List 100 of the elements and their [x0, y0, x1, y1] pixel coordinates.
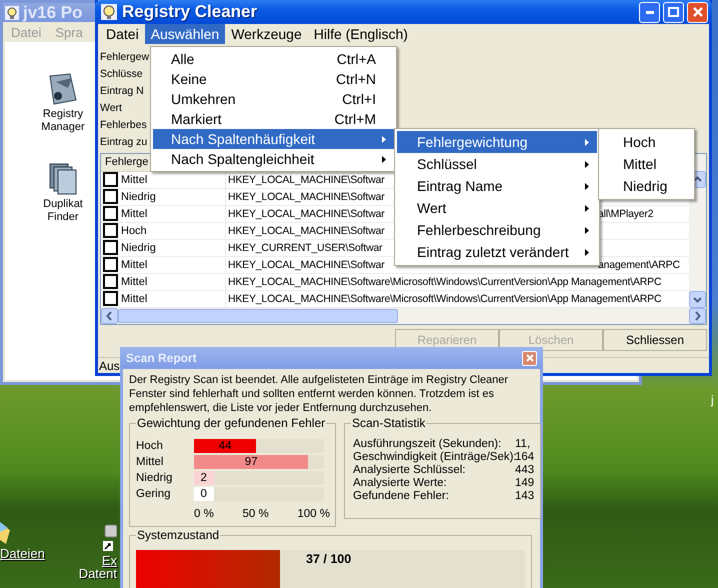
scroll-thumb[interactable] [118, 308, 398, 323]
stat-value: 164 [515, 451, 534, 464]
menu-item[interactable]: Werkzeuge [225, 24, 308, 44]
menu-item[interactable]: Niedrig [601, 175, 692, 197]
close-button[interactable] [522, 350, 537, 366]
menu-item[interactable]: Datei [100, 24, 145, 44]
checkbox[interactable] [103, 291, 118, 306]
menu-item[interactable]: Hilfe (Englisch) [308, 24, 414, 44]
scale-label: 100 % [297, 508, 330, 520]
submenu-arrow-icon [585, 226, 589, 234]
icon-label[interactable]: Duplikat Finder [33, 198, 93, 224]
checkbox[interactable] [103, 257, 118, 272]
menu-item[interactable]: Eintrag Name [397, 175, 597, 197]
submenu-arrow-icon [585, 160, 589, 168]
checkbox[interactable] [103, 189, 118, 204]
menu-item[interactable]: Hoch [601, 131, 692, 153]
table-cell: all\MPlayer2 [598, 208, 654, 220]
menu-item[interactable]: Nach Spaltenhäufigkeit [153, 129, 394, 149]
menu-item[interactable]: Wert [397, 197, 597, 219]
icon-label[interactable]: Datent [78, 568, 117, 580]
bulb-icon [101, 4, 117, 20]
submenu-arrow-icon [585, 182, 589, 190]
menu-item[interactable]: Schlüssel [397, 153, 597, 175]
window-title: Registry Cleaner [122, 2, 258, 22]
maximize-button[interactable] [663, 2, 684, 23]
table-cell: HKEY_LOCAL_MACHINE\Software\Microsoft\Windows\CurrentVersion\App Management\ARPC [228, 292, 662, 305]
menu-item[interactable]: Fehlergewichtung [397, 131, 597, 153]
table-cell: Niedrig [121, 242, 156, 254]
window-title: jv16 Po [23, 2, 83, 22]
severity-bar: 97 [194, 454, 308, 468]
table-cell: Niedrig [121, 190, 156, 203]
filter-label: Wert [100, 101, 122, 116]
severity-label: Mittel [136, 456, 164, 468]
table-cell: HKEY_LOCAL_MACHINE\Softwar [228, 174, 384, 186]
table-cell: Mittel [121, 208, 148, 220]
horizontal-scrollbar[interactable] [101, 308, 706, 324]
checkbox[interactable] [103, 172, 118, 188]
table-cell: HKEY_LOCAL_MACHINE\Softwar [228, 224, 384, 237]
scale-label: 50 % [242, 508, 269, 520]
table-cell: anagement\ARPC [598, 258, 680, 271]
table-cell: HKEY_LOCAL_MACHINE\Softwar [228, 258, 384, 271]
stat-label: Ausführungszeit (Sekunden): [353, 438, 502, 451]
menu-item[interactable]: Mittel [601, 153, 692, 175]
close-button[interactable] [687, 2, 708, 23]
table-cell: Hoch [121, 224, 147, 237]
table-cell: HKEY_LOCAL_MACHINE\Softwar [228, 208, 384, 220]
submenu-arrow-icon [585, 138, 589, 146]
table-cell: HKEY_LOCAL_MACHINE\Softwar [228, 190, 384, 203]
health-score: 37 / 100 [306, 552, 352, 566]
bulb-icon [5, 6, 19, 20]
folder-icon[interactable] [0, 520, 12, 546]
menu-item[interactable]: Fehlerbeschreibung [397, 219, 597, 241]
scale-label: 0 % [194, 508, 214, 520]
severity-label: Niedrig [136, 472, 174, 484]
table-cell: HKEY_CURRENT_USER\Softwar [228, 242, 382, 254]
menu-item[interactable]: Eintrag zuletzt verändert [397, 241, 597, 263]
checkbox[interactable] [103, 206, 118, 222]
scroll-down-icon[interactable] [689, 290, 706, 308]
stat-value: 149 [515, 477, 534, 490]
menu-item[interactable]: Keine Ctrl+N [153, 69, 394, 89]
menu-item[interactable]: Alle Ctrl+A [153, 49, 394, 69]
filter-label: Fehlerbes [100, 118, 147, 132]
scroll-right-icon[interactable] [689, 308, 706, 324]
group-title: Gewichtung der gefundenen Fehler [136, 416, 326, 430]
dialog-button[interactable]: Schliessen [603, 328, 707, 351]
documents-icon[interactable] [48, 162, 78, 196]
table-cell: HKEY_LOCAL_MACHINE\Software\Microsoft\Windows\CurrentVersion\App Management\ARPC [228, 276, 662, 288]
scroll-left-icon[interactable] [101, 308, 118, 324]
group-title: Systemzustand [136, 528, 220, 542]
close-icon [526, 354, 534, 362]
maximize-icon [668, 7, 679, 18]
filter-label: Schlüsse [100, 67, 143, 82]
checkbox[interactable] [103, 223, 118, 238]
filter-label: Fehlergew [100, 50, 150, 64]
table-cell: Mittel [121, 276, 148, 288]
icon-label[interactable]: Registry Manager [33, 108, 93, 134]
severity-bar: 2 [194, 470, 214, 484]
stat-label: Analysierte Werte: [353, 477, 448, 490]
icon-label[interactable]: Ex [102, 553, 117, 568]
filter-label: Eintrag zu [100, 135, 148, 150]
stat-value: 143 [515, 490, 534, 503]
dialog-title: Scan Report [126, 351, 197, 365]
stat-label: Gefundene Fehler: [353, 490, 450, 503]
stat-label: Geschwindigkeit (Einträge/Sek): [353, 451, 515, 464]
checkbox[interactable] [103, 274, 118, 290]
menu-item[interactable]: Markiert Ctrl+M [153, 109, 394, 129]
stat-label: Analysierte Schlüssel: [353, 464, 466, 477]
minimize-button[interactable] [639, 2, 660, 23]
severity-bar: 44 [194, 438, 256, 452]
drive-icon[interactable] [103, 523, 117, 553]
status-text: Aus [99, 358, 120, 373]
menu-item[interactable]: Umkehren Ctrl+I [153, 89, 394, 109]
icon-label[interactable]: Dateien [0, 546, 45, 561]
checkbox[interactable] [103, 240, 118, 256]
minimize-icon [646, 10, 654, 14]
table-cell: Mittel [121, 258, 148, 271]
stat-value: 11, [515, 438, 530, 451]
menu-item[interactable]: Nach Spaltengleichheit [153, 149, 394, 169]
menu-item[interactable]: Auswählen [144, 24, 226, 44]
filter-label: Eintrag N [100, 84, 144, 98]
